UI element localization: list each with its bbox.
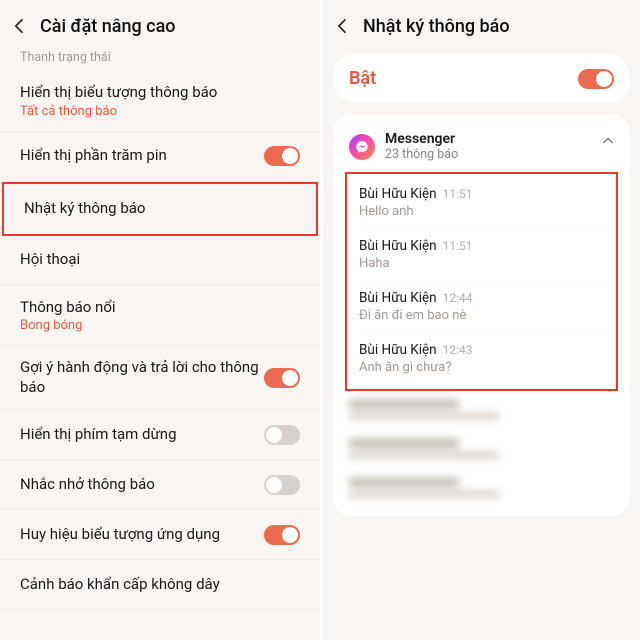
notification-sender-line: Bùi Hữu Kiện11:51 bbox=[359, 186, 604, 202]
notification-body: Anh ăn gì chưa? bbox=[359, 360, 604, 375]
back-icon[interactable] bbox=[331, 14, 355, 38]
row-title: Hiển thị biểu tượng thông báo bbox=[20, 83, 300, 103]
page-title: Cài đặt nâng cao bbox=[40, 16, 176, 37]
notification-body: Haha bbox=[359, 256, 604, 271]
notification-highlight-box: Bùi Hữu Kiện11:51Hello anhBùi Hữu Kiện11… bbox=[345, 172, 618, 391]
toggle[interactable] bbox=[264, 475, 300, 495]
settings-row[interactable]: Nhật ký thông báo bbox=[4, 184, 316, 234]
notification-log-screen: Nhật ký thông báo Bật Messenger 23 thông… bbox=[320, 0, 640, 640]
master-toggle-row[interactable]: Bật bbox=[333, 54, 630, 103]
master-toggle[interactable] bbox=[578, 69, 614, 89]
highlighted-row: Nhật ký thông báo bbox=[2, 182, 318, 236]
row-title: Hiển thị phần trăm pin bbox=[20, 146, 264, 166]
notification-item[interactable]: Bùi Hữu Kiện12:44 Đi ăn đi em bao nè bbox=[357, 282, 606, 334]
row-title: Thông báo nổi bbox=[20, 298, 300, 318]
row-title: Hội thoại bbox=[20, 250, 300, 270]
toggle[interactable] bbox=[264, 525, 300, 545]
notification-item[interactable]: Bùi Hữu Kiện12:43 Anh ăn gì chưa? bbox=[357, 334, 606, 385]
notification-body: Hello anh bbox=[359, 204, 604, 219]
toggle[interactable] bbox=[264, 425, 300, 445]
app-count: 23 thông báo bbox=[385, 147, 458, 162]
row-title: Gợi ý hành động và trả lời cho thông báo bbox=[20, 358, 264, 397]
row-title: Nhắc nhở thông báo bbox=[20, 475, 264, 495]
section-label: Thanh trạng thái bbox=[0, 48, 320, 71]
app-meta: Messenger 23 thông báo bbox=[385, 131, 458, 162]
settings-row[interactable]: Nhắc nhở thông báo bbox=[0, 460, 320, 510]
toggle[interactable] bbox=[264, 146, 300, 166]
notification-body: Đi ăn đi em bao nè bbox=[359, 308, 604, 323]
row-title: Cảnh báo khẩn cấp không dây bbox=[20, 575, 300, 595]
toggle[interactable] bbox=[264, 368, 300, 388]
notification-item[interactable]: Bùi Hữu Kiện11:51 Haha bbox=[357, 230, 606, 282]
settings-row[interactable]: Hội thoại bbox=[0, 236, 320, 286]
notification-item[interactable]: Bùi Hữu Kiện11:51 Hello anh bbox=[357, 178, 606, 230]
chevron-up-icon[interactable] bbox=[600, 133, 616, 153]
header: Nhật ký thông báo bbox=[323, 0, 640, 48]
settings-row[interactable]: Hiển thị biểu tượng thông báoTất cả thôn… bbox=[0, 71, 320, 132]
blurred-notifications bbox=[347, 391, 616, 508]
settings-screen: Cài đặt nâng cao Thanh trạng thái Hiển t… bbox=[0, 0, 320, 640]
row-title: Nhật ký thông báo bbox=[24, 199, 296, 219]
header: Cài đặt nâng cao bbox=[0, 0, 320, 48]
row-title: Huy hiệu biểu tượng ứng dụng bbox=[20, 525, 264, 545]
settings-row[interactable]: Hiển thị phần trăm pin bbox=[0, 132, 320, 182]
settings-row[interactable]: Gợi ý hành động và trả lời cho thông báo bbox=[0, 346, 320, 410]
row-title: Hiển thị phím tạm dừng bbox=[20, 425, 264, 445]
on-label: Bật bbox=[349, 68, 376, 89]
page-title: Nhật ký thông báo bbox=[363, 16, 510, 37]
app-header[interactable]: Messenger 23 thông báo bbox=[347, 127, 616, 172]
settings-row[interactable]: Huy hiệu biểu tượng ứng dụng bbox=[0, 510, 320, 560]
notification-sender-line: Bùi Hữu Kiện12:44 bbox=[359, 290, 604, 306]
app-notification-card: Messenger 23 thông báo Bùi Hữu Kiện11:51… bbox=[333, 115, 630, 516]
notification-sender-line: Bùi Hữu Kiện12:43 bbox=[359, 342, 604, 358]
row-subtitle: Bong bóng bbox=[20, 318, 300, 333]
back-icon[interactable] bbox=[8, 14, 32, 38]
notification-sender-line: Bùi Hữu Kiện11:51 bbox=[359, 238, 604, 254]
messenger-icon bbox=[349, 134, 375, 160]
settings-row[interactable]: Cảnh báo khẩn cấp không dây bbox=[0, 560, 320, 610]
row-subtitle: Tất cả thông báo bbox=[20, 104, 300, 119]
app-name: Messenger bbox=[385, 131, 458, 147]
settings-row[interactable]: Thông báo nổiBong bóng bbox=[0, 286, 320, 347]
settings-row[interactable]: Hiển thị phím tạm dừng bbox=[0, 410, 320, 460]
settings-list: Hiển thị biểu tượng thông báoTất cả thôn… bbox=[0, 71, 320, 610]
